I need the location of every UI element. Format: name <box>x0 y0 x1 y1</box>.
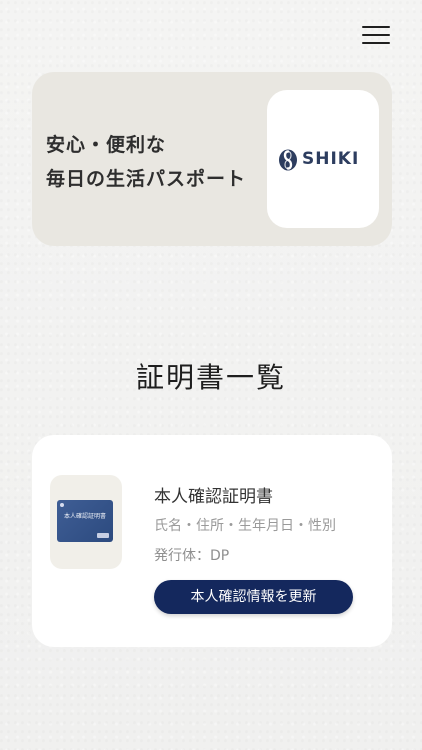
hero-tagline: 安心・便利な 毎日の生活パスポート <box>46 128 246 196</box>
certificate-fields: 氏名・住所・生年月日・性別 <box>154 518 336 534</box>
shiki-logo-text: SHIKI <box>302 149 360 169</box>
id-card-badge <box>97 533 109 538</box>
id-card-title: 本人確認証明書 <box>63 513 106 520</box>
certificate-card: 本人確認証明書 本人確認証明書 氏名・住所・生年月日・性別 発行体：DP 本人確… <box>32 435 392 647</box>
id-card-image: 本人確認証明書 <box>57 500 113 542</box>
menu-line-bottom <box>362 42 390 44</box>
shiki-logo-mark-icon <box>279 149 297 171</box>
shiki-logo: SHIKI <box>267 90 379 228</box>
update-identity-button[interactable]: 本人確認情報を更新 <box>154 580 353 614</box>
certificate-name: 本人確認証明書 <box>154 487 273 507</box>
certificate-thumbnail: 本人確認証明書 <box>50 475 122 569</box>
certificate-issuer: 発行体：DP <box>154 548 230 564</box>
certificate-list-title: 証明書一覧 <box>135 361 286 394</box>
hamburger-menu-icon[interactable] <box>362 24 390 46</box>
menu-line-middle <box>362 34 390 36</box>
id-card-logo-dot <box>60 503 64 507</box>
menu-line-top <box>362 26 390 28</box>
hero-tagline-line1: 安心・便利な <box>46 134 167 156</box>
hero-banner: 安心・便利な 毎日の生活パスポート SHIKI <box>32 72 392 246</box>
hero-tagline-line2: 毎日の生活パスポート <box>46 168 247 190</box>
